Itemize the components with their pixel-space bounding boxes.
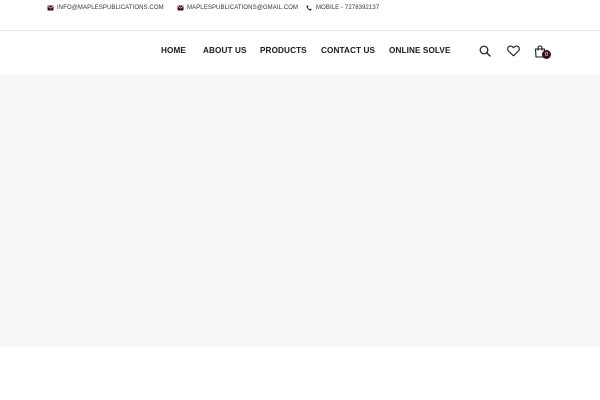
contact-email-gmail[interactable]: MAPLESPUBLICATIONS@GMAIL.COM bbox=[176, 3, 298, 13]
nav-item-about-us[interactable]: ABOUT US bbox=[203, 46, 247, 55]
nav-item-contact-us[interactable]: CONTACT US bbox=[321, 46, 375, 55]
nav-item-products[interactable]: PRODUCTS bbox=[260, 46, 307, 55]
contact-email-info[interactable]: INFO@MAPLESPUBLICATIONS.COM bbox=[46, 3, 164, 13]
search-icon[interactable] bbox=[478, 44, 492, 58]
nav-item-online-solve[interactable]: ONLINE SOLVE bbox=[389, 46, 451, 55]
email-gmail-text: MAPLESPUBLICATIONS@GMAIL.COM bbox=[187, 5, 299, 11]
phone-icon bbox=[305, 4, 313, 12]
nav-item-home[interactable]: HOME bbox=[161, 46, 186, 55]
envelope-icon bbox=[176, 4, 184, 12]
contact-mobile[interactable]: MOBILE - 7278392137 bbox=[305, 3, 379, 13]
hero-banner bbox=[0, 75, 600, 347]
top-contact-bar: INFO@MAPLESPUBLICATIONS.COM MAPLESPUBLIC… bbox=[0, 0, 600, 31]
email-info-text: INFO@MAPLESPUBLICATIONS.COM bbox=[57, 5, 164, 11]
heart-icon[interactable] bbox=[506, 44, 520, 58]
cart-count-badge: 0 bbox=[542, 50, 551, 59]
content-area bbox=[0, 347, 600, 400]
mobile-text: MOBILE - 7278392137 bbox=[316, 5, 380, 11]
main-header: HOME ABOUT US PRODUCTS CONTACT US ONLINE… bbox=[0, 31, 600, 75]
envelope-icon bbox=[46, 4, 54, 12]
